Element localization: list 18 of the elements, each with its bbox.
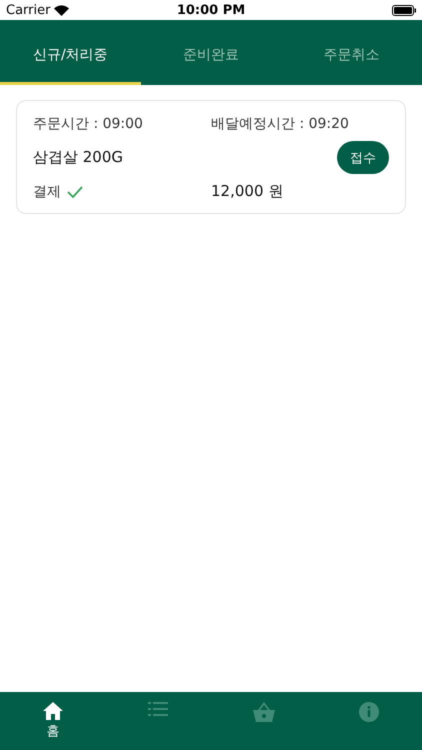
battery-icon: [392, 4, 416, 16]
accept-button[interactable]: 접수: [337, 141, 389, 174]
order-tab[interactable]: 준비완료: [140, 39, 282, 85]
order-time: 주문시간 : 09:00: [33, 115, 144, 133]
basket-icon: [252, 702, 275, 722]
item-name: 삼겹살 200G: [33, 148, 124, 167]
clock: 10:00 PM: [176, 2, 246, 18]
wifi-icon: [54, 4, 70, 16]
payment-label: 결제: [33, 182, 61, 200]
order-tab[interactable]: 주문취소: [281, 39, 422, 85]
list-icon: [148, 702, 168, 716]
home-icon: [42, 702, 63, 720]
carrier-label: Carrier: [6, 2, 50, 18]
delivery-time: 배달예정시간 : 09:20: [211, 115, 350, 133]
nav-item[interactable]: 홈: [0, 692, 106, 750]
info-icon: [359, 702, 380, 722]
order-tab[interactable]: 신규/처리중: [0, 39, 141, 85]
price: 12,000 원: [211, 182, 284, 201]
